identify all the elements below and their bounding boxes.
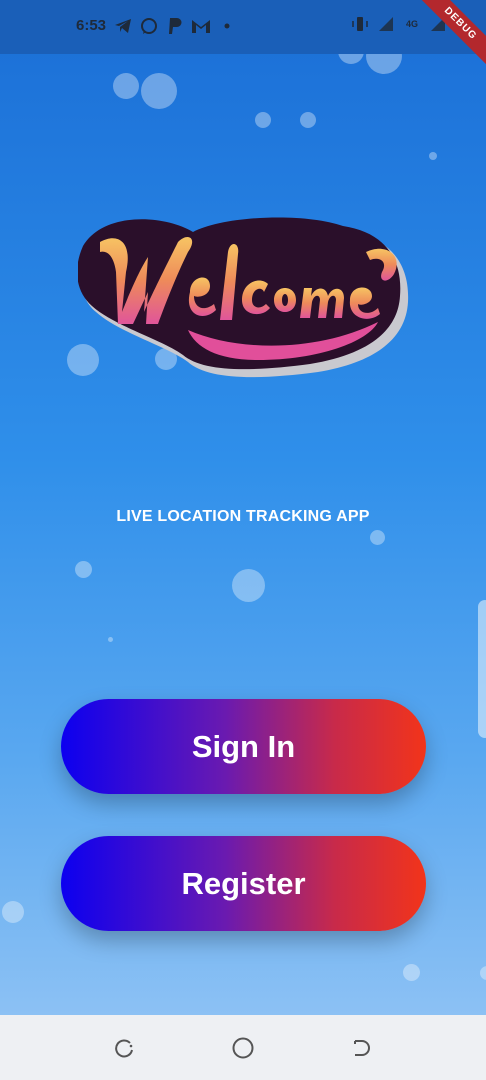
network-label: 4G [405, 18, 418, 29]
telegram-icon [113, 16, 133, 36]
signal-icon [376, 14, 396, 34]
register-button[interactable]: Register [61, 836, 426, 931]
sign-in-button[interactable]: Sign In [61, 699, 426, 794]
debug-banner: DEBUG [410, 0, 486, 74]
vibrate-icon [350, 14, 370, 34]
bubble [429, 152, 437, 160]
welcome-logo [78, 217, 409, 378]
bubble [232, 569, 265, 602]
gmail-icon [191, 16, 211, 36]
status-bar: 6:53 4G DEBUG [0, 0, 486, 74]
bubble [300, 112, 316, 128]
paypal-icon [165, 16, 185, 36]
bubble [2, 901, 24, 923]
bubble [370, 530, 385, 545]
whatsapp-icon [139, 16, 159, 36]
dot-icon [217, 16, 237, 36]
status-time: 6:53 [76, 17, 107, 34]
app-screen: 6:53 4G DEBUG LIVE LOCATION TRACKING APP… [0, 0, 486, 1080]
edge-panel-handle[interactable] [478, 600, 486, 738]
back-icon[interactable] [347, 1035, 373, 1061]
bubble [141, 73, 177, 109]
bubble [480, 966, 486, 980]
home-icon[interactable] [230, 1035, 256, 1061]
network-4g-icon: 4G [402, 14, 422, 34]
bubble [255, 112, 271, 128]
bubble [75, 561, 92, 578]
app-subtitle: LIVE LOCATION TRACKING APP [116, 508, 370, 525]
bubble [113, 73, 139, 99]
bubble [403, 964, 420, 981]
welcome-page: 6:53 4G DEBUG LIVE LOCATION TRACKING APP… [0, 0, 486, 1015]
bubble [108, 637, 113, 642]
recent-apps-icon[interactable] [111, 1035, 137, 1061]
navigation-bar [0, 1015, 486, 1080]
